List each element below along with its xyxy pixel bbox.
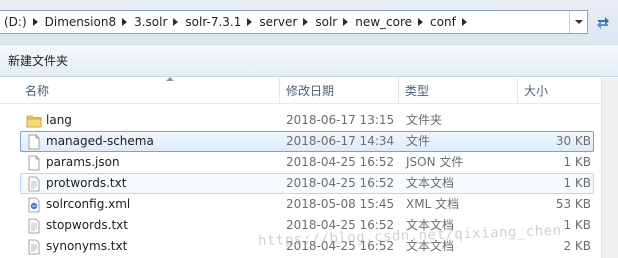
file-name: synonyms.txt xyxy=(46,239,128,253)
file-type: JSON 文件 xyxy=(406,155,464,169)
text-file-icon xyxy=(26,218,42,234)
chevron-right-icon[interactable] xyxy=(343,18,349,26)
file-name: lang xyxy=(46,113,72,127)
address-bar[interactable]: (D:) Dimension8 3.solr solr-7.3.1 server solr… xyxy=(0,10,588,34)
chevron-right-icon[interactable] xyxy=(173,18,179,26)
chevron-right-icon[interactable] xyxy=(247,18,253,26)
chevron-down-icon xyxy=(574,20,583,24)
column-size[interactable]: 大小 xyxy=(520,78,598,104)
file-size: 1 KB xyxy=(563,218,591,232)
refresh-button[interactable] xyxy=(591,10,615,34)
text-file-icon xyxy=(26,239,42,255)
breadcrumb-label: conf xyxy=(430,15,456,29)
breadcrumb-item[interactable]: conf xyxy=(426,11,470,33)
xml-file-icon xyxy=(26,197,42,213)
file-name: protwords.txt xyxy=(46,176,127,190)
file-name: stopwords.txt xyxy=(46,218,128,232)
chevron-right-icon[interactable] xyxy=(122,18,128,26)
address-area: (D:) Dimension8 3.solr solr-7.3.1 server solr… xyxy=(0,0,618,44)
breadcrumb-item[interactable]: solr xyxy=(311,11,351,33)
file-row[interactable]: managed-schema 2018-06-17 14:34 文件 30 KB xyxy=(20,131,594,152)
file-name: params.json xyxy=(46,155,120,169)
toolbar: 新建文件夹 xyxy=(0,44,618,77)
breadcrumb-label: server xyxy=(259,15,298,29)
file-name: managed-schema xyxy=(46,134,154,148)
chevron-right-icon[interactable] xyxy=(303,18,309,26)
sort-up-icon xyxy=(166,77,174,81)
file-date-modified: 2018-05-08 15:45 xyxy=(286,197,395,211)
file-size: 53 KB xyxy=(555,197,591,211)
file-date-modified: 2018-04-25 16:52 xyxy=(286,176,395,190)
column-header: 名称 修改日期 类型 大小 xyxy=(0,77,618,104)
file-size: 1 KB xyxy=(563,155,591,169)
folder-icon xyxy=(26,113,42,129)
file-row[interactable]: solrconfig.xml 2018-05-08 15:45 XML 文档 53 K… xyxy=(20,194,594,215)
file-date-modified: 2018-06-17 14:34 xyxy=(286,134,395,148)
file-row[interactable]: lang 2018-06-17 13:15 文件夹 xyxy=(20,110,594,131)
breadcrumb-item[interactable]: (D:) xyxy=(0,11,41,33)
column-type[interactable]: 类型 xyxy=(401,78,518,104)
breadcrumb-item[interactable]: new_core xyxy=(351,11,426,33)
file-type: 文本文档 xyxy=(406,176,455,190)
breadcrumb-item[interactable]: server xyxy=(255,11,311,33)
file-size: 30 KB xyxy=(555,134,591,148)
file-row[interactable]: params.json 2018-04-25 16:52 JSON 文件 1 KB xyxy=(20,152,594,173)
address-history-dropdown[interactable] xyxy=(569,11,587,33)
file-name: solrconfig.xml xyxy=(46,197,131,211)
file-row[interactable]: protwords.txt 2018-04-25 16:52 文本文档 1 KB xyxy=(20,173,594,194)
file-type: 文件 xyxy=(406,134,431,148)
breadcrumb-label: solr-7.3.1 xyxy=(185,15,242,29)
file-icon xyxy=(26,155,42,171)
refresh-icon xyxy=(597,17,609,29)
column-date-label: 修改日期 xyxy=(286,84,335,98)
chevron-right-icon[interactable] xyxy=(418,18,424,26)
file-type: XML 文档 xyxy=(406,197,460,211)
chevron-right-icon[interactable] xyxy=(461,18,467,26)
column-size-label: 大小 xyxy=(524,84,549,98)
column-date-modified[interactable]: 修改日期 xyxy=(282,78,399,104)
breadcrumb-label: 3.solr xyxy=(134,15,168,29)
breadcrumb-item[interactable]: 3.solr xyxy=(130,11,181,33)
breadcrumb-item[interactable]: solr-7.3.1 xyxy=(181,11,255,33)
file-type: 文件夹 xyxy=(406,113,443,127)
column-type-label: 类型 xyxy=(405,84,430,98)
file-date-modified: 2018-04-25 16:52 xyxy=(286,155,395,169)
file-date-modified: 2018-06-17 13:15 xyxy=(286,113,395,127)
breadcrumb-label: Dimension8 xyxy=(44,15,117,29)
breadcrumb-label: new_core xyxy=(355,15,413,29)
breadcrumb-label: (D:) xyxy=(4,15,27,29)
file-size: 1 KB xyxy=(563,176,591,190)
column-name-label: 名称 xyxy=(25,84,50,98)
breadcrumb-item[interactable]: Dimension8 xyxy=(41,11,130,33)
file-icon xyxy=(26,134,42,150)
column-name[interactable]: 名称 xyxy=(21,77,280,104)
chevron-right-icon[interactable] xyxy=(32,18,38,26)
vertical-scrollbar[interactable] xyxy=(601,78,618,258)
breadcrumb-label: solr xyxy=(315,15,338,29)
text-file-icon xyxy=(26,176,42,192)
file-size: 2 KB xyxy=(563,239,591,253)
new-folder-button[interactable]: 新建文件夹 xyxy=(8,52,68,70)
